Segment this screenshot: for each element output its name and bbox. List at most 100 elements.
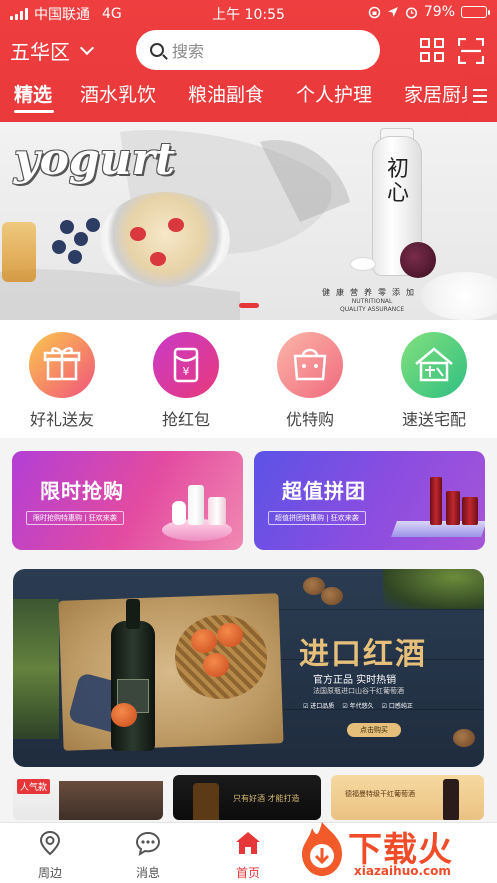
tab-grain-oil[interactable]: 粮油副食 [188,80,264,107]
search-placeholder: 搜索 [172,42,205,61]
tab-drinks[interactable]: 酒水乳饮 [80,80,156,107]
wine-feature: ☑ 口感纯正 [381,703,413,710]
quick-link-delivery[interactable]: 速送宅配 [379,332,489,430]
svg-text:¥: ¥ [183,365,190,378]
strawberry [168,218,184,232]
quick-link-label: 好礼送友 [29,410,94,429]
red-envelope-icon: ¥ [153,332,219,398]
blueberry [52,240,66,254]
cosmetic-bottle-image [462,497,478,525]
site-watermark: 下载火 xiazaihuo.com [290,818,497,883]
product-thumb[interactable]: 人气款 [13,775,163,820]
home-icon [236,832,260,854]
quick-link-label: 优特购 [285,410,334,429]
alarm-icon [405,6,417,19]
nav-label: 首页 [235,866,260,880]
grape-leaves-image [383,569,484,609]
rotation-lock-icon [368,6,381,18]
battery-icon [461,6,490,18]
product-image [193,783,219,820]
city-selector[interactable]: 五华区 [10,36,95,65]
quick-link-label: 抢红包 [161,410,210,429]
wine-feature: ☑ 年代悠久 [342,703,374,710]
search-input[interactable]: 搜索 [136,30,380,70]
scan-icon[interactable] [458,38,484,64]
blueberry [86,218,100,232]
header: 中国联通 4G 上午 10:55 79% 五华区 搜索 精选 酒水乳饮 粮油副食… [0,0,497,122]
herb-leaves-image [13,599,59,739]
yogurt-brand-text: yogurt [14,134,176,185]
wine-tagline: 官方正品 实时热销 [313,675,397,686]
flash-sale-card[interactable]: 限时抢购 限时抢购特惠购 | 狂欢来袭 [12,451,243,550]
cosmetic-jar-image [208,497,226,525]
blueberry [74,232,88,246]
nav-label: 消息 [135,866,160,880]
location-pin-icon [39,830,61,856]
product-thumb[interactable]: 德福曼特级干红葡萄酒 [331,775,484,820]
hot-tag: 人气款 [17,779,51,794]
walnut [453,729,475,747]
search-row: 五华区 搜索 [0,28,497,72]
buy-now-button[interactable]: 点击购买 [347,723,401,737]
app-screen: 中国联通 4G 上午 10:55 79% 五华区 搜索 精选 酒水乳饮 粮油副食… [0,0,497,883]
shopping-bag-icon [277,332,343,398]
wine-feature: ☑ 进口品质 [303,703,335,710]
quick-link-red-envelope[interactable]: ¥ 抢红包 [131,332,241,430]
active-tab-indicator [14,110,54,113]
nav-label: 周边 [37,866,62,880]
cosmetic-bottle-image [188,485,204,525]
product-image [59,781,163,820]
gift-icon [29,332,95,398]
nav-messages[interactable]: 消息 [118,829,178,881]
nav-home[interactable]: 首页 [218,829,278,881]
menu-icon[interactable] [467,76,497,120]
product-image [443,779,459,820]
bottle-label: 初心 [386,157,409,206]
yogurt-banner[interactable]: yogurt 初心 健康营养零添加 NUTRITIONAL QUALITY AS… [0,122,497,320]
strawberry [150,252,166,266]
persimmon [217,623,243,647]
city-name: 五华区 [10,40,70,64]
battery-percent: 79% [423,4,455,20]
status-right: 79% [368,4,490,20]
tab-personal-care[interactable]: 个人护理 [296,80,372,107]
nav-nearby[interactable]: 周边 [20,829,80,881]
blueberry [68,250,82,264]
quick-link-label: 速送宅配 [401,410,466,429]
group-buy-card[interactable]: 超值拼团 超值拼团特惠购 | 狂欢来袭 [254,451,485,550]
passion-fruit-image [400,242,436,278]
product-thumb[interactable]: 只有好酒 才能打造 [173,775,321,820]
home-delivery-icon [401,332,467,398]
persimmon [191,629,217,653]
wine-description: 法国原瓶进口山谷干红葡萄酒 [313,687,404,695]
cosmetic-bottle-image [430,477,442,525]
chevron-down-icon [79,40,95,56]
dish-image [350,257,376,271]
flash-sale-title: 限时抢购 [40,479,124,503]
chat-bubble-icon [135,831,161,857]
flash-sale-subtitle: 限时抢购特惠购 | 狂欢来袭 [26,511,124,525]
yogurt-bowl-image [100,192,230,287]
tab-featured[interactable]: 精选 [14,80,52,107]
category-tabs: 精选 酒水乳饮 粮油副食 个人护理 家居厨具 [0,76,497,120]
honey-jar-image [2,222,36,282]
quick-link-special-buy[interactable]: 优特购 [255,332,365,430]
persimmon [203,653,229,677]
strawberry [130,227,146,241]
flame-logo-icon [302,822,342,876]
cosmetic-bottle-image [446,491,460,525]
cosmetic-tube-image [172,501,186,525]
carousel-indicator [0,303,497,308]
persimmon [111,703,137,727]
imported-wine-banner[interactable]: 进口红酒 官方正品 实时热销 法国原瓶进口山谷干红葡萄酒 ☑ 进口品质 ☑ 年代… [13,569,484,767]
group-buy-title: 超值拼团 [282,479,366,503]
banner-slogan: 健康营养零添加 [322,288,420,297]
quick-link-gift[interactable]: 好礼送友 [7,332,117,430]
carousel-dot-active [238,303,259,308]
status-bar: 中国联通 4G 上午 10:55 79% [0,0,497,26]
wine-features: ☑ 进口品质 ☑ 年代悠久 ☑ 口感纯正 [303,701,413,710]
location-arrow-icon [387,7,398,17]
category-grid-icon[interactable] [420,38,446,64]
walnut [321,587,343,605]
watermark-url: xiazaihuo.com [354,864,451,878]
